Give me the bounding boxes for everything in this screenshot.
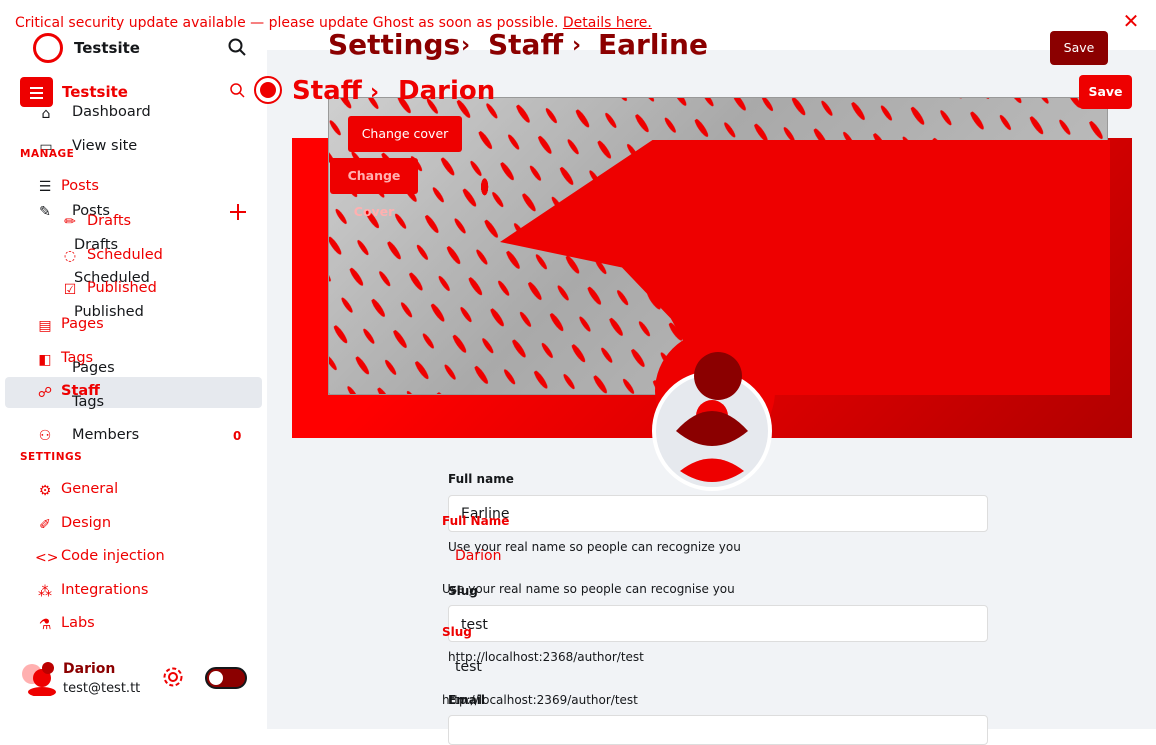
nav-general[interactable]: General [61, 481, 118, 497]
search-icon[interactable] [228, 38, 246, 56]
flask-icon: ⚗ [38, 617, 52, 633]
toggle-knob [209, 671, 223, 685]
site-name-front: Testsite [62, 83, 128, 101]
nav-pages[interactable]: Pages [61, 316, 104, 332]
chevron-right-icon: › [461, 33, 471, 58]
home-icon: ⌂ [41, 106, 51, 122]
site-icon [20, 77, 53, 107]
page-title-front: Darion [398, 76, 496, 106]
dark-mode-toggle[interactable] [205, 667, 247, 689]
chevron-right-icon-2: › [572, 33, 582, 58]
new-post-plus-icon[interactable] [229, 203, 247, 221]
nav-design[interactable]: Design [61, 515, 111, 531]
nav-view-site[interactable]: View site [72, 138, 137, 154]
change-cover-button[interactable]: Change Cover [330, 158, 418, 219]
slug-value[interactable]: test [455, 659, 482, 675]
members-icon: ⚇ [38, 428, 52, 444]
nav-labs[interactable]: Labs [61, 615, 95, 631]
nav-integrations[interactable]: Integrations [61, 582, 148, 598]
posts-icon: ☰ [38, 179, 52, 195]
slug-input-back[interactable] [448, 605, 988, 642]
nav-posts[interactable]: Posts [61, 178, 99, 194]
sidebar: Testsite Testsite ⌂ Dashboard ▭ View sit… [0, 0, 267, 729]
slug-label-back: Slug [448, 584, 478, 598]
close-icon[interactable]: ✕ [1122, 11, 1140, 31]
settings-section-label: SETTINGS [20, 451, 83, 463]
gear-icon: ⚙ [38, 483, 52, 499]
save-button-back[interactable]: Save [1050, 31, 1108, 65]
pages-icon: ▤ [38, 318, 52, 334]
breadcrumb-staff[interactable]: Staff [488, 28, 563, 61]
chevron-right-icon-3: › [370, 80, 380, 105]
settings-gear-icon[interactable] [162, 666, 184, 688]
email-label: Email [448, 693, 486, 707]
user-name[interactable]: Darion [63, 661, 115, 677]
email-input[interactable] [448, 715, 988, 745]
code-icon: <> [35, 550, 59, 566]
pencil-icon: ✏ [64, 214, 76, 230]
profile-avatar[interactable] [652, 331, 778, 491]
nav-published[interactable]: Published [87, 280, 157, 296]
full-name-hint: Use your real name so people can recogni… [442, 582, 735, 596]
search-icon-front[interactable] [230, 83, 245, 98]
nav-tags-back[interactable]: Tags [72, 394, 104, 410]
published-icon: ☑ [63, 282, 77, 298]
site-logo-icon [33, 33, 63, 63]
save-button[interactable]: Save [1079, 75, 1132, 109]
nav-scheduled[interactable]: Scheduled [87, 247, 163, 263]
tag-icon: ◧ [38, 352, 52, 368]
edit-icon: ✎ [39, 204, 51, 220]
nav-drafts[interactable]: Drafts [87, 213, 131, 229]
full-name-value[interactable]: Darion [455, 548, 501, 564]
members-count-badge: 0 [233, 429, 242, 443]
nav-pages-back[interactable]: Pages [72, 360, 115, 376]
full-name-label-back: Full name [448, 472, 514, 486]
staff-icon: ☍ [37, 385, 53, 401]
nav-code-injection[interactable]: Code injection [61, 548, 165, 564]
change-cover-button-back[interactable]: Change cover [348, 116, 462, 152]
integrations-icon: ⁂ [38, 584, 52, 600]
full-name-label: Full Name [442, 514, 510, 528]
page-title: Earline [598, 28, 708, 61]
avatar[interactable] [20, 660, 60, 697]
staff-avatar-icon [253, 75, 283, 105]
breadcrumb-settings[interactable]: Settings [328, 28, 460, 61]
brush-icon: ✐ [39, 517, 51, 533]
slug-label: Slug [442, 625, 472, 639]
user-email: test@test.tt [63, 681, 141, 696]
clock-icon: ◌ [63, 248, 77, 264]
site-name: Testsite [74, 39, 140, 57]
nav-members[interactable]: Members [72, 427, 139, 443]
nav-dashboard[interactable]: Dashboard [72, 104, 151, 120]
breadcrumb-staff-front[interactable]: Staff [292, 76, 362, 106]
manage-section-label: MANAGE [20, 148, 75, 160]
full-name-input-back[interactable] [448, 495, 988, 532]
